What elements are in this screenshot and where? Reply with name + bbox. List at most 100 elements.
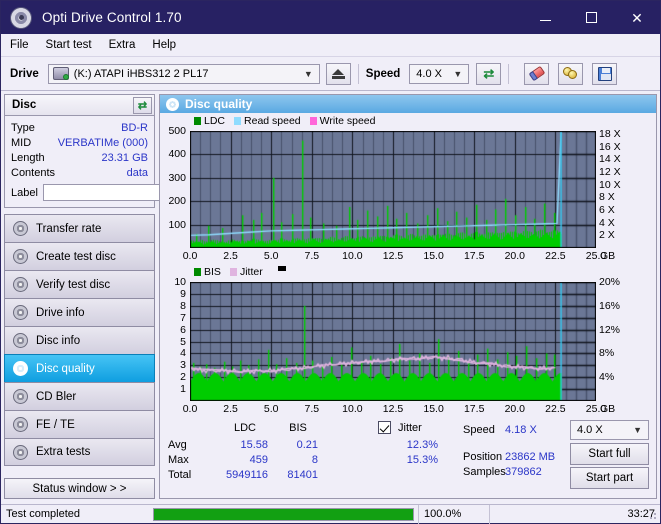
legend-label: BIS [204, 266, 221, 278]
legend-label: Jitter [240, 266, 263, 278]
eject-button[interactable] [326, 63, 351, 85]
y-axis-tick: 400 [160, 148, 186, 160]
disc-mid-value: VERBATIMe (000) [58, 137, 148, 149]
speed-select-value: 4.0 X [416, 68, 442, 80]
legend-item-ldc: LDC [194, 115, 225, 127]
disc-mid-label: MID [11, 137, 31, 149]
position-label: Position [463, 451, 502, 463]
y-axis-tick: 9 [160, 288, 186, 300]
legend-swatch [310, 117, 317, 125]
y2-axis-tick: 10 X [599, 179, 621, 191]
stats-row-avg-label: Avg [168, 439, 187, 451]
result-speed-value: 4.0 X [577, 424, 603, 436]
y-axis-tick: 1 [160, 383, 186, 395]
disc-panel-body: Type BD-R MID VERBATIMe (000) Length 23.… [4, 115, 155, 208]
legend-swatch [230, 268, 237, 276]
y2-axis-tick: 16 X [599, 141, 621, 153]
drive-select[interactable]: (K:) ATAPI iHBS312 2 PL17 ▼ [48, 64, 320, 84]
maximize-button[interactable] [568, 1, 614, 34]
y2-axis-tick: 4% [599, 371, 614, 383]
legend-item-write-speed: Write speed [310, 115, 376, 127]
x-axis-tick: 22.5 [539, 250, 571, 262]
page-title: Disc quality [185, 97, 252, 111]
chevron-down-icon: ▼ [453, 69, 462, 79]
x-axis-tick: 20.0 [499, 403, 531, 415]
chart-bottom: 123456789104%8%12%16%20%0.02.55.07.510.0… [160, 278, 656, 418]
sidebar-item-label: Disc info [36, 335, 80, 347]
sidebar-item-disc-quality[interactable]: Disc quality [4, 354, 155, 382]
legend-swatch [234, 117, 241, 125]
quality-button[interactable] [558, 63, 583, 85]
y2-axis-tick: 6 X [599, 204, 615, 216]
sidebar-item-extra-tests[interactable]: Extra tests [4, 438, 155, 466]
erase-button[interactable] [524, 63, 549, 85]
sidebar-item-disc-info[interactable]: Disc info [4, 326, 155, 354]
resize-grip-icon[interactable] [647, 510, 658, 521]
menu-help[interactable]: Help [152, 39, 176, 51]
y-axis-tick: 7 [160, 312, 186, 324]
x-axis-tick: 10.0 [336, 250, 368, 262]
y-axis-tick: 2 [160, 371, 186, 383]
menu-extra[interactable]: Extra [109, 39, 136, 51]
disc-icon [13, 249, 28, 264]
status-window-button[interactable]: Status window > > [4, 478, 155, 499]
stats-max-jitter: 15.3% [378, 454, 438, 466]
disc-icon [13, 305, 28, 320]
sidebar-item-transfer-rate[interactable]: Transfer rate [4, 214, 155, 242]
stats-total-ldc: 5949116 [202, 469, 268, 481]
minimize-button[interactable] [522, 1, 568, 34]
sidebar-item-drive-info[interactable]: Drive info [4, 298, 155, 326]
jitter-label: Jitter [398, 422, 422, 434]
disc-panel-title: Disc [12, 99, 36, 111]
floppy-disk-icon [598, 67, 612, 81]
menu-start-test[interactable]: Start test [46, 39, 92, 51]
x-axis-tick: 0.0 [174, 403, 206, 415]
start-full-button[interactable]: Start full [570, 443, 649, 465]
x-axis-tick: 22.5 [539, 403, 571, 415]
result-speed-select[interactable]: 4.0 X ▼ [570, 420, 649, 440]
y2-axis-tick: 8% [599, 347, 614, 359]
y2-axis-tick: 20% [599, 276, 620, 288]
refresh-button[interactable]: ⇄ [476, 63, 501, 85]
y-axis-tick: 10 [160, 276, 186, 288]
chart-top-legend: LDC Read speed Write speed [160, 114, 656, 127]
sidebar-item-create-test-disc[interactable]: Create test disc [4, 242, 155, 270]
samples-label: Samples [463, 466, 506, 478]
sidebar-item-cd-bler[interactable]: CD Bler [4, 382, 155, 410]
x-axis-tick: 7.5 [296, 403, 328, 415]
disc-icon [13, 333, 28, 348]
menu-file[interactable]: File [10, 39, 29, 51]
stats-max-bis: 8 [272, 454, 318, 466]
app-disc-icon [10, 7, 32, 29]
x-axis-tick: 10.0 [336, 403, 368, 415]
disc-refresh-button[interactable]: ⇄ [133, 97, 152, 114]
jitter-checkbox[interactable] [378, 421, 391, 434]
speed-select[interactable]: 4.0 X ▼ [409, 64, 469, 84]
sidebar: Disc ⇄ Type BD-R MID VERBATIMe (000) Len… [1, 91, 158, 499]
samples-value: 379862 [505, 466, 567, 478]
drive-icon [53, 67, 69, 80]
legend-swatch [194, 268, 201, 276]
y-axis-tick: 6 [160, 324, 186, 336]
panel-header: Disc quality [160, 95, 656, 113]
y2-axis-tick: 14 X [599, 153, 621, 165]
stats-total-bis: 81401 [268, 469, 318, 481]
save-button[interactable] [592, 63, 617, 85]
start-part-button[interactable]: Start part [570, 467, 649, 489]
y2-axis-tick: 8 X [599, 191, 615, 203]
sidebar-item-label: Disc quality [36, 363, 95, 375]
app-window: Opti Drive Control 1.70 ✕ File Start tes… [0, 0, 661, 524]
sidebar-item-fe-te[interactable]: FE / TE [4, 410, 155, 438]
disc-row-mid: MID VERBATIMe (000) [11, 135, 148, 150]
chevron-down-icon: ▼ [633, 425, 642, 435]
stats-col-bis: BIS [278, 422, 318, 434]
toolbar-divider-2 [508, 64, 509, 84]
y2-axis-tick: 12 X [599, 166, 621, 178]
eraser-icon [528, 66, 545, 81]
sidebar-item-verify-test-disc[interactable]: Verify test disc [4, 270, 155, 298]
title-bar: Opti Drive Control 1.70 ✕ [1, 1, 660, 34]
progress-percent: 100.0% [418, 505, 490, 524]
disc-icon [13, 277, 28, 292]
close-button[interactable]: ✕ [614, 1, 660, 34]
disc-label-row: Label [11, 183, 148, 202]
